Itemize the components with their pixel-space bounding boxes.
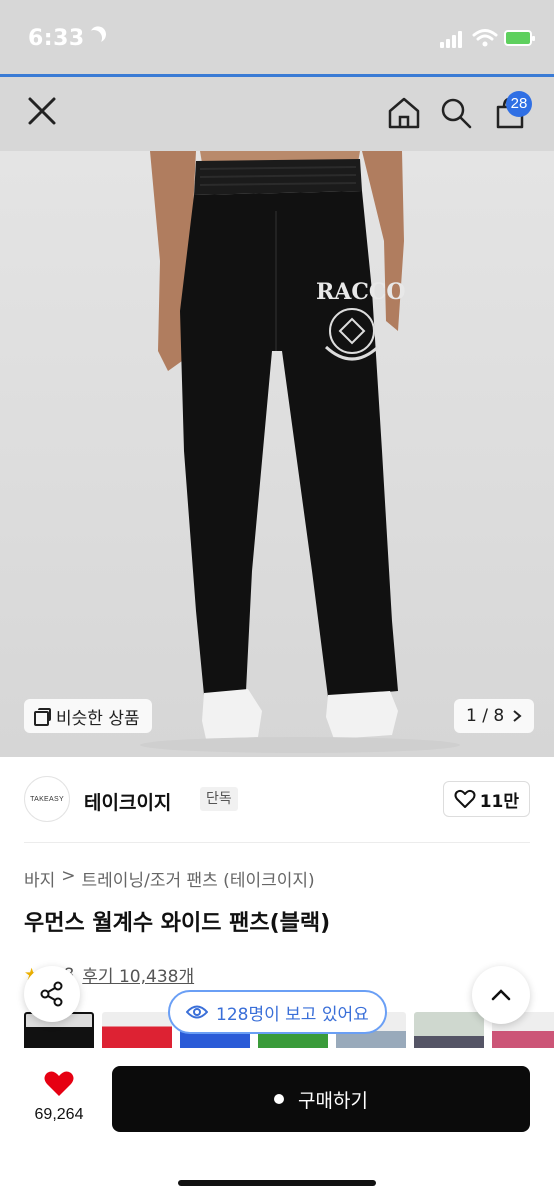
close-icon[interactable] [22,91,62,131]
breadcrumb-subcategory[interactable]: 트레이닝/조거 팬츠 (테이크이지) [82,866,315,891]
search-icon[interactable] [438,95,474,131]
scroll-top-button[interactable] [472,966,530,1024]
brand-like-button[interactable]: 11만 [442,781,530,817]
cart-count-badge: 28 [506,91,532,117]
product-image[interactable]: RACCO 비슷한 상품 1 / 8 [0,151,554,757]
buy-label: 구매하기 [298,1089,368,1112]
home-indicator[interactable] [178,1180,376,1186]
breadcrumb: 바지 > 트레이닝/조거 팬츠 (테이크이지) [24,866,315,891]
eye-icon [186,1005,208,1019]
product-photo: RACCO [140,151,460,753]
product-title: 우먼스 월계수 와이드 팬츠(블랙) [24,911,331,936]
heart-icon [44,1071,74,1096]
divider [24,842,530,843]
top-nav: 28 [0,77,554,151]
image-pager[interactable]: 1 / 8 [454,699,535,733]
battery-icon [504,30,535,46]
share-icon [40,981,63,1007]
status-bar: 6:33 [0,0,554,76]
moon-icon [84,28,105,49]
breadcrumb-separator: > [61,866,76,886]
signal-icon [440,30,466,48]
similar-icon [34,708,51,726]
home-icon[interactable] [386,95,422,131]
chevron-right-icon [513,710,522,722]
brand-logo[interactable]: TAKEASY [24,776,70,822]
wishlist-button[interactable]: 69,264 [26,1070,92,1124]
viewers-text: 128명이 보고 있어요 [216,1004,369,1025]
breadcrumb-category[interactable]: 바지 [24,866,55,891]
buy-dot-icon [274,1094,285,1104]
pager-text: 1 / 8 [466,706,505,726]
wifi-icon [472,29,498,47]
similar-products-button[interactable]: 비슷한 상품 [24,699,152,733]
similar-products-label: 비슷한 상품 [56,708,140,729]
brand-name[interactable]: 테이크이지 [84,788,171,815]
brand-row: TAKEASY 테이크이지 단독 11만 [24,776,530,822]
heart-outline-icon [454,789,476,808]
share-button[interactable] [24,966,80,1022]
exclusive-tag: 단독 [200,787,238,811]
svg-text:RACCO: RACCO [316,279,406,305]
bottom-bar: 69,264 구매하기 [0,1048,554,1200]
buy-button[interactable]: 구매하기 [112,1066,530,1132]
status-time: 6:33 [28,26,85,51]
viewers-badge: 128명이 보고 있어요 [168,990,387,1034]
review-count-link[interactable]: 후기 10,438개 [82,962,194,987]
chevron-up-icon [491,989,511,1001]
wishlist-count: 69,264 [34,1106,84,1123]
brand-like-count: 11만 [479,791,519,812]
